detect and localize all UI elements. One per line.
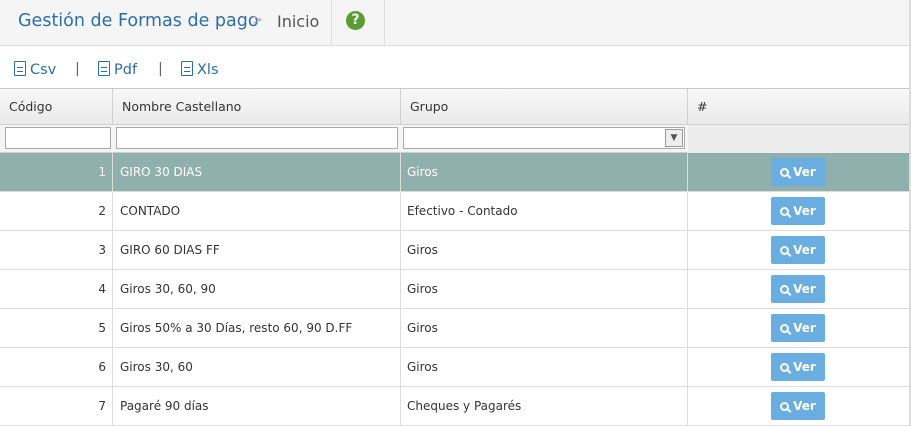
filter-row: ▼: [0, 125, 909, 153]
cell-actions: Ver: [688, 348, 909, 386]
table-row[interactable]: 3 GIRO 60 DIAS FF Giros Ver: [0, 231, 909, 270]
header-divider: [331, 0, 332, 46]
view-button-label: Ver: [793, 282, 816, 296]
view-button-label: Ver: [793, 204, 816, 218]
cell-nombre: GIRO 30 DIAS: [113, 153, 401, 191]
view-button[interactable]: Ver: [771, 197, 825, 225]
export-pdf-label: Pdf: [114, 62, 138, 78]
view-button[interactable]: Ver: [771, 158, 825, 186]
cell-codigo: 5: [0, 309, 113, 347]
cell-codigo: 3: [0, 231, 113, 269]
cell-codigo: 1: [0, 153, 113, 191]
view-button[interactable]: Ver: [771, 236, 825, 264]
export-separator: |: [158, 61, 163, 77]
cell-actions: Ver: [688, 231, 909, 269]
view-button[interactable]: Ver: [771, 275, 825, 303]
search-icon: [780, 207, 790, 216]
filter-nombre-input[interactable]: [116, 127, 398, 149]
view-button[interactable]: Ver: [771, 353, 825, 381]
cell-codigo: 6: [0, 348, 113, 386]
cell-nombre: Pagaré 90 días: [113, 387, 401, 425]
cell-grupo: Efectivo - Contado: [401, 192, 688, 230]
search-icon: [780, 402, 790, 411]
cell-actions: Ver: [688, 387, 909, 425]
breadcrumb-title[interactable]: Gestión de Formas de pago: [18, 11, 259, 31]
cell-grupo: Cheques y Pagarés: [401, 387, 688, 425]
view-button-label: Ver: [793, 165, 816, 179]
pdf-file-icon: [98, 61, 110, 76]
cell-actions: Ver: [688, 153, 909, 191]
cell-codigo: 2: [0, 192, 113, 230]
search-icon: [780, 363, 790, 372]
chevron-down-icon[interactable]: ▼: [665, 129, 683, 147]
filter-codigo-input[interactable]: [5, 127, 111, 149]
view-button-label: Ver: [793, 399, 816, 413]
csv-file-icon: [14, 61, 26, 76]
grid-header: Código Nombre Castellano Grupo #: [0, 88, 909, 125]
table-row[interactable]: 5 Giros 50% a 30 Días, resto 60, 90 D.FF G…: [0, 309, 909, 348]
grid-body: 1 GIRO 30 DIAS Giros Ver 2 CONTADO Efectivo - …: [0, 153, 909, 426]
xls-file-icon: [181, 61, 193, 76]
export-pdf-link[interactable]: Pdf: [98, 61, 137, 78]
export-xls-link[interactable]: Xls: [181, 61, 219, 78]
cell-grupo: Giros: [401, 309, 688, 347]
cell-actions: Ver: [688, 270, 909, 308]
cell-nombre: CONTADO: [113, 192, 401, 230]
cell-nombre: Giros 50% a 30 Días, resto 60, 90 D.FF: [113, 309, 401, 347]
column-header-grupo[interactable]: Grupo: [401, 89, 688, 125]
view-button-label: Ver: [793, 360, 816, 374]
table-row[interactable]: 2 CONTADO Efectivo - Contado Ver: [0, 192, 909, 231]
page-header: Gestión de Formas de pago > Inicio ?: [0, 0, 911, 46]
export-separator: |: [75, 61, 80, 77]
cell-actions: Ver: [688, 192, 909, 230]
view-button-label: Ver: [793, 321, 816, 335]
search-icon: [780, 324, 790, 333]
view-button-label: Ver: [793, 243, 816, 257]
cell-nombre: Giros 30, 60, 90: [113, 270, 401, 308]
header-divider: [384, 0, 385, 46]
table-row[interactable]: 1 GIRO 30 DIAS Giros Ver: [0, 153, 909, 192]
export-csv-label: Csv: [30, 62, 57, 78]
cell-grupo: Giros: [401, 153, 688, 191]
cell-nombre: Giros 30, 60: [113, 348, 401, 386]
filter-grupo-select[interactable]: ▼: [403, 127, 685, 149]
column-header-nombre[interactable]: Nombre Castellano: [113, 89, 401, 125]
cell-actions: Ver: [688, 309, 909, 347]
search-icon: [780, 168, 790, 177]
cell-codigo: 4: [0, 270, 113, 308]
cell-grupo: Giros: [401, 231, 688, 269]
help-icon[interactable]: ?: [346, 11, 365, 30]
view-button[interactable]: Ver: [771, 314, 825, 342]
column-header-codigo[interactable]: Código: [0, 89, 113, 125]
cell-nombre: GIRO 60 DIAS FF: [113, 231, 401, 269]
filter-actions-cell: [688, 125, 909, 153]
search-icon: [780, 246, 790, 255]
cell-grupo: Giros: [401, 348, 688, 386]
view-button[interactable]: Ver: [771, 392, 825, 420]
breadcrumb-separator: >: [252, 13, 263, 28]
column-header-actions: #: [697, 99, 708, 114]
search-icon: [780, 285, 790, 294]
export-csv-link[interactable]: Csv: [14, 61, 56, 78]
table-row[interactable]: 4 Giros 30, 60, 90 Giros Ver: [0, 270, 909, 309]
cell-grupo: Giros: [401, 270, 688, 308]
breadcrumb-current: Inicio: [277, 12, 320, 31]
export-xls-label: Xls: [197, 62, 219, 78]
data-grid: Código Nombre Castellano Grupo # ▼ 1 GIRO…: [0, 88, 909, 426]
table-row[interactable]: 7 Pagaré 90 días Cheques y Pagarés Ver: [0, 387, 909, 426]
table-row[interactable]: 6 Giros 30, 60 Giros Ver: [0, 348, 909, 387]
cell-codigo: 7: [0, 387, 113, 425]
